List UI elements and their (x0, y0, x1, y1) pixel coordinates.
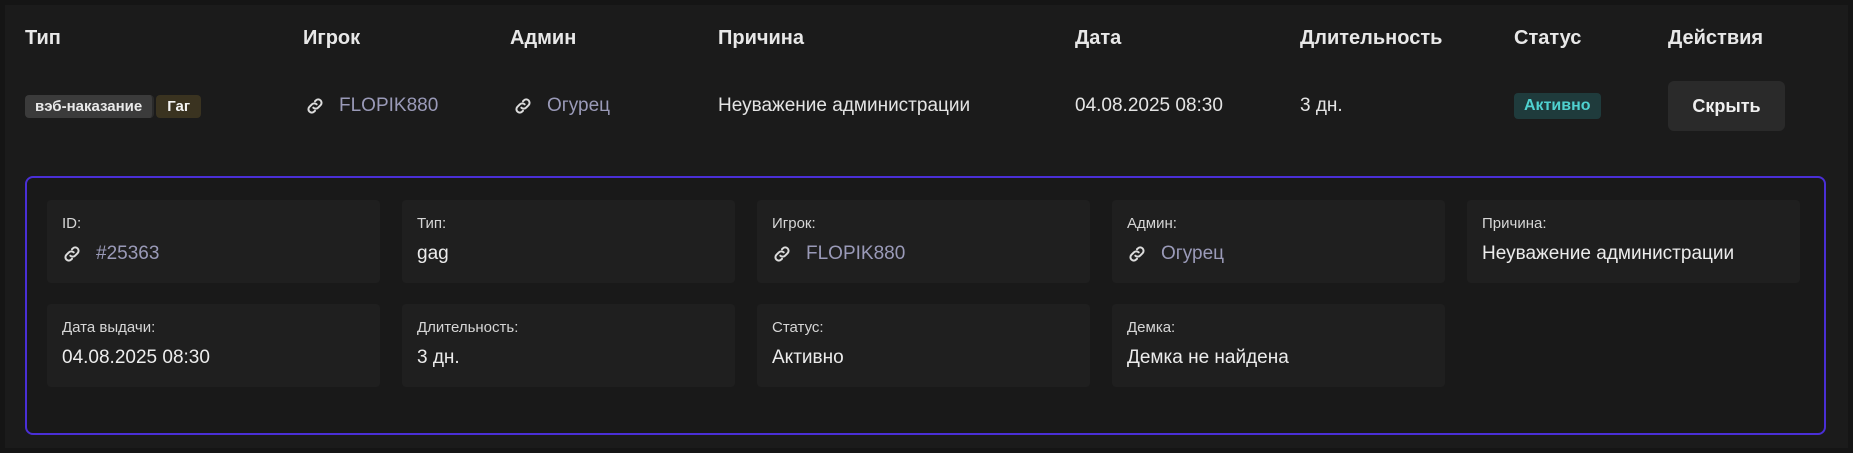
detail-value[interactable]: #25363 (62, 243, 159, 265)
date-cell: 04.08.2025 08:30 (1075, 95, 1223, 116)
detail-admin: Админ: Огурец (1112, 200, 1445, 283)
id-link[interactable]: #25363 (96, 243, 159, 265)
gag-tag: Гаг (156, 94, 202, 118)
status-badge: Активно (1514, 93, 1601, 119)
detail-label: ID: (62, 215, 82, 232)
link-icon (1127, 244, 1147, 264)
admin-link[interactable]: Огурец (1161, 243, 1224, 265)
detail-value: Активно (772, 347, 844, 368)
type-cell: вэб-наказание Гаг (25, 81, 202, 131)
detail-value[interactable]: FLOPIK880 (772, 243, 905, 265)
status-cell: Активно (1514, 81, 1601, 131)
detail-value[interactable]: Огурец (1127, 243, 1224, 265)
header-player: Игрок (303, 27, 361, 49)
detail-value: 04.08.2025 08:30 (62, 347, 210, 368)
reason-cell: Неуважение администрации (718, 95, 971, 116)
detail-label: Тип: (417, 215, 447, 232)
header-duration: Длительность (1300, 27, 1443, 49)
web-punishment-tag: вэб-наказание (25, 94, 155, 118)
player-cell[interactable]: FLOPIK880 (305, 81, 438, 131)
table-row: вэб-наказание Гаг FLOPIK880 Огурец Неува… (5, 81, 1848, 131)
detail-label: Причина: (1482, 215, 1547, 232)
actions-cell: Скрыть (1668, 81, 1785, 131)
player-link[interactable]: FLOPIK880 (806, 243, 905, 265)
table-header: Тип Игрок Админ Причина Дата Длительност… (5, 27, 1848, 51)
header-status: Статус (1514, 27, 1582, 49)
header-actions: Действия (1668, 27, 1764, 49)
detail-reason: Причина: Неуважение администрации (1467, 200, 1800, 283)
header-reason: Причина (718, 27, 804, 49)
detail-label: Админ: (1127, 215, 1177, 232)
link-icon (772, 244, 792, 264)
detail-value: gag (417, 243, 449, 264)
detail-id: ID: #25363 (47, 200, 380, 283)
header-admin: Админ (510, 27, 577, 49)
link-icon (305, 96, 325, 116)
punishment-panel: Тип Игрок Админ Причина Дата Длительност… (5, 5, 1848, 448)
detail-label: Длительность: (417, 319, 519, 336)
detail-value: Неуважение администрации (1482, 243, 1735, 264)
header-type: Тип (25, 27, 61, 49)
hide-button[interactable]: Скрыть (1668, 81, 1785, 131)
detail-duration: Длительность: 3 дн. (402, 304, 735, 387)
detail-value: 3 дн. (417, 347, 460, 368)
detail-label: Игрок: (772, 215, 816, 232)
detail-player: Игрок: FLOPIK880 (757, 200, 1090, 283)
detail-label: Статус: (772, 319, 824, 336)
detail-date: Дата выдачи: 04.08.2025 08:30 (47, 304, 380, 387)
detail-label: Демка: (1127, 319, 1176, 336)
detail-label: Дата выдачи: (62, 319, 156, 336)
admin-cell[interactable]: Огурец (513, 81, 610, 131)
detail-type: Тип: gag (402, 200, 735, 283)
detail-demo: Демка: Демка не найдена (1112, 304, 1445, 387)
admin-link[interactable]: Огурец (547, 95, 610, 117)
duration-cell: 3 дн. (1300, 95, 1343, 116)
detail-status: Статус: Активно (757, 304, 1090, 387)
player-link[interactable]: FLOPIK880 (339, 95, 438, 117)
link-icon (62, 244, 82, 264)
details-panel: ID: #25363 Тип: gag Игрок: FLOPIK880 Адм… (25, 176, 1826, 435)
header-date: Дата (1075, 27, 1122, 49)
detail-value: Демка не найдена (1127, 347, 1289, 368)
link-icon (513, 96, 533, 116)
